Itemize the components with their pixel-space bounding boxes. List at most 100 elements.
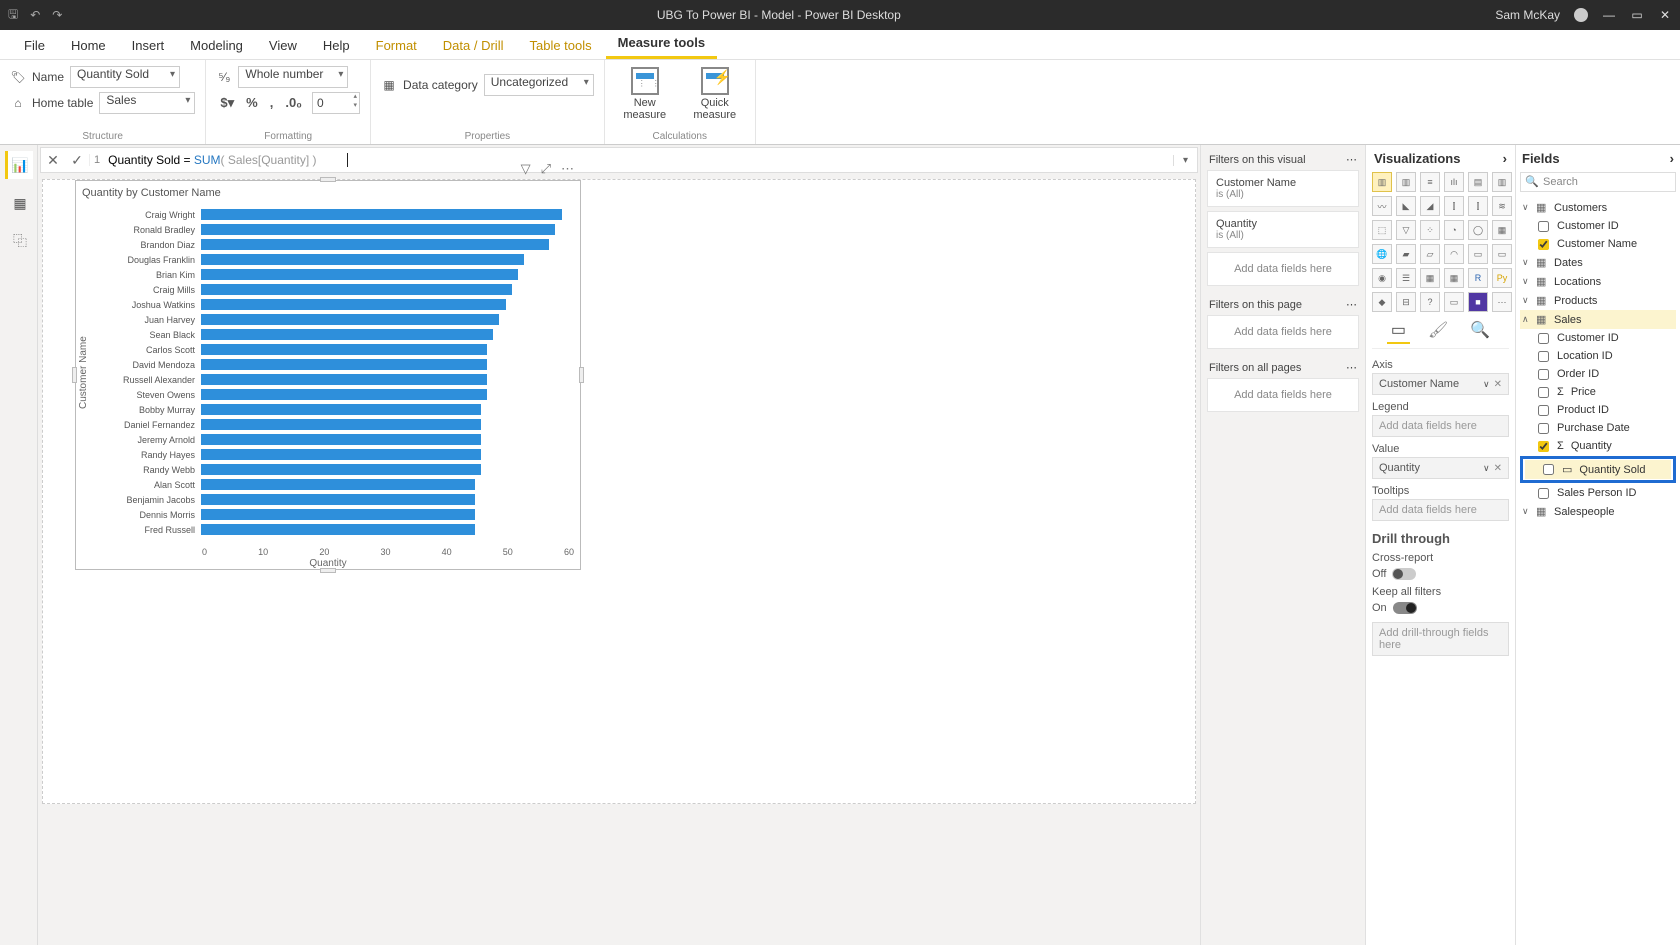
viz-matrix[interactable]: ▦	[1444, 268, 1464, 288]
decimals-spinner[interactable]: 0	[312, 92, 360, 114]
viz-donut[interactable]: ◯	[1468, 220, 1488, 240]
bar[interactable]	[201, 329, 493, 340]
bar[interactable]	[201, 254, 524, 265]
percent-button[interactable]: %	[242, 93, 262, 113]
viz-clustered-bar[interactable]: ≡	[1420, 172, 1440, 192]
drill-well[interactable]: Add drill-through fields here	[1372, 622, 1509, 656]
avatar[interactable]	[1574, 8, 1588, 22]
viz-map[interactable]: 🌐	[1372, 244, 1392, 264]
fields-search[interactable]: Search	[1520, 172, 1676, 192]
bar[interactable]	[201, 509, 475, 520]
viz-table[interactable]: ▦	[1420, 268, 1440, 288]
fields-collapse[interactable]: ›	[1670, 151, 1674, 166]
resize-top[interactable]	[320, 177, 336, 182]
tab-view[interactable]: View	[257, 32, 309, 59]
viz-kpi[interactable]: ◉	[1372, 268, 1392, 288]
viz-decomp[interactable]: ⊟	[1396, 292, 1416, 312]
cross-toggle[interactable]: Off	[1372, 568, 1509, 580]
new-measure-button[interactable]: New measure	[615, 60, 675, 128]
redo-icon[interactable]: ↷	[52, 8, 62, 22]
filter-visual-drop[interactable]: Add data fields here	[1207, 252, 1359, 286]
viz-filled-map[interactable]: ▰	[1396, 244, 1416, 264]
viz-100-bar[interactable]: ▤	[1468, 172, 1488, 192]
field-product-id[interactable]: Product ID	[1520, 401, 1676, 419]
formula-bar[interactable]: ✕ ✓ 1 Quantity Sold = SUM( Sales[Quantit…	[40, 147, 1198, 173]
tab-format[interactable]: Format	[364, 32, 429, 59]
viz-more[interactable]: ⋯	[1492, 292, 1512, 312]
field-salesperson-id[interactable]: Sales Person ID	[1520, 484, 1676, 502]
viz-combo1[interactable]: ⫿	[1444, 196, 1464, 216]
tab-file[interactable]: File	[12, 32, 57, 59]
keep-toggle[interactable]: On	[1372, 602, 1509, 614]
filter-icon[interactable]: ▽	[521, 161, 531, 177]
viz-100-column[interactable]: ▥	[1492, 172, 1512, 192]
filters-all-more[interactable]: ⋯	[1346, 361, 1357, 374]
field-customer-name[interactable]: Customer Name	[1520, 235, 1676, 253]
bar[interactable]	[201, 209, 562, 220]
bar[interactable]	[201, 299, 506, 310]
field-sales-customer-id[interactable]: Customer ID	[1520, 329, 1676, 347]
bar[interactable]	[201, 344, 487, 355]
viz-keyinf[interactable]: ◆	[1372, 292, 1392, 312]
filter-card-customer[interactable]: Customer Name is (All)	[1207, 170, 1359, 207]
comma-button[interactable]: ,	[266, 93, 278, 113]
viz-slicer[interactable]: ☰	[1396, 268, 1416, 288]
table-locations[interactable]: ∨▦Locations	[1520, 272, 1676, 291]
viz-arcgis[interactable]: ■	[1468, 292, 1488, 312]
format-tab[interactable]: 🖌	[1424, 318, 1452, 344]
cancel-formula-button[interactable]: ✕	[41, 152, 65, 169]
bar[interactable]	[201, 269, 518, 280]
viz-combo2[interactable]: ⫿	[1468, 196, 1488, 216]
tab-help[interactable]: Help	[311, 32, 362, 59]
viz-shape-map[interactable]: ▱	[1420, 244, 1440, 264]
filter-card-quantity[interactable]: Quantity is (All)	[1207, 211, 1359, 248]
viz-stacked-area[interactable]: ◢	[1420, 196, 1440, 216]
viz-ribbon[interactable]: ≋	[1492, 196, 1512, 216]
more-icon[interactable]: ⋯	[561, 161, 574, 177]
formula-expand-button[interactable]: ▾	[1173, 155, 1197, 166]
bar[interactable]	[201, 494, 475, 505]
viz-clustered-column[interactable]: ılı	[1444, 172, 1464, 192]
commit-formula-button[interactable]: ✓	[65, 152, 89, 169]
bar[interactable]	[201, 434, 481, 445]
filters-page-more[interactable]: ⋯	[1346, 298, 1357, 311]
bar[interactable]	[201, 449, 481, 460]
focus-icon[interactable]: ⤢	[541, 161, 551, 177]
tab-insert[interactable]: Insert	[120, 32, 177, 59]
viz-waterfall[interactable]: ⬚	[1372, 220, 1392, 240]
viz-card[interactable]: ▭	[1468, 244, 1488, 264]
axis-remove[interactable]: ✕	[1494, 379, 1502, 390]
bar[interactable]	[201, 359, 487, 370]
field-customer-id[interactable]: Customer ID	[1520, 217, 1676, 235]
viz-line[interactable]: 〰	[1372, 196, 1392, 216]
filters-visual-more[interactable]: ⋯	[1346, 153, 1357, 166]
bar[interactable]	[201, 404, 481, 415]
close-button[interactable]: ✕	[1658, 8, 1672, 22]
bar[interactable]	[201, 479, 475, 490]
analytics-tab[interactable]: 🔍	[1466, 318, 1494, 344]
bar[interactable]	[201, 374, 487, 385]
table-dates[interactable]: ∨▦Dates	[1520, 253, 1676, 272]
filter-all-drop[interactable]: Add data fields here	[1207, 378, 1359, 412]
field-quantity[interactable]: ΣQuantity	[1520, 437, 1676, 455]
viz-stacked-column[interactable]: ▥	[1396, 172, 1416, 192]
model-view-button[interactable]: ⿻	[5, 227, 33, 255]
table-salespeople[interactable]: ∨▦Salespeople	[1520, 502, 1676, 521]
table-products[interactable]: ∨▦Products	[1520, 291, 1676, 310]
viz-gauge[interactable]: ◠	[1444, 244, 1464, 264]
bar[interactable]	[201, 314, 499, 325]
currency-button[interactable]: $▾	[216, 93, 238, 113]
viz-multi-card[interactable]: ▭	[1492, 244, 1512, 264]
report-page[interactable]: ▽ ⤢ ⋯ Quantity by Customer Name Customer…	[42, 179, 1196, 804]
bar-chart-visual[interactable]: ▽ ⤢ ⋯ Quantity by Customer Name Customer…	[75, 180, 581, 570]
format-select[interactable]: Whole number	[238, 66, 348, 88]
field-purchase-date[interactable]: Purchase Date	[1520, 419, 1676, 437]
viz-paginated[interactable]: ▭	[1444, 292, 1464, 312]
bar[interactable]	[201, 284, 512, 295]
tab-home[interactable]: Home	[59, 32, 118, 59]
value-well[interactable]: Quantity∨✕	[1372, 457, 1509, 479]
viz-qa[interactable]: ?	[1420, 292, 1440, 312]
formula-input[interactable]: Quantity Sold = SUM( Sales[Quantity] )	[104, 153, 1173, 168]
field-quantity-sold[interactable]: ▭Quantity Sold	[1525, 460, 1671, 479]
viz-scatter[interactable]: ⁘	[1420, 220, 1440, 240]
